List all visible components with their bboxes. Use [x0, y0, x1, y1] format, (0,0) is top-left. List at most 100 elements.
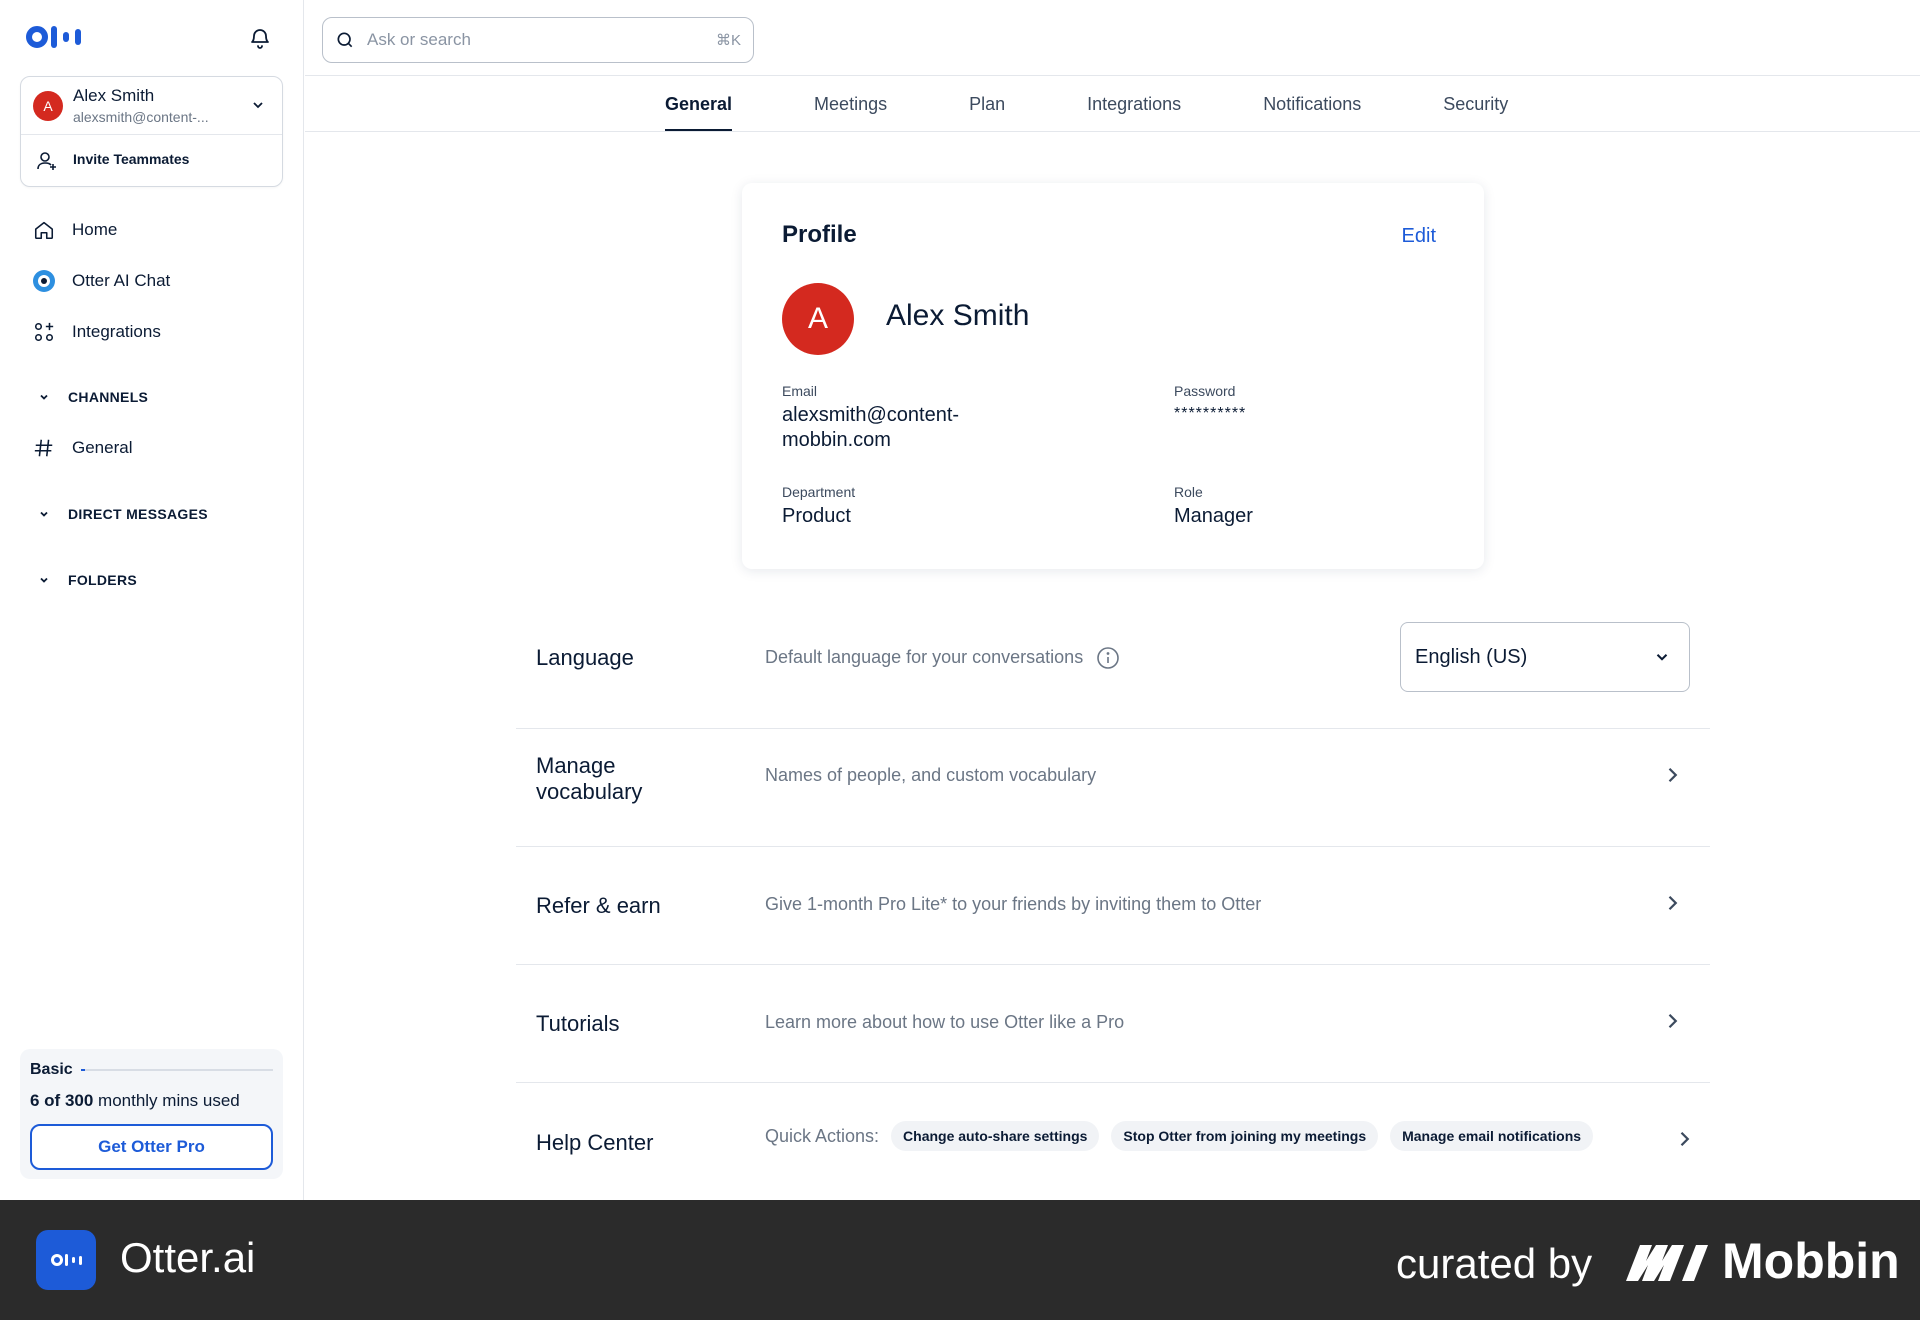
section-label: FOLDERS [68, 572, 137, 588]
password-field: Password ********** [1174, 383, 1404, 426]
otter-logo-icon[interactable] [26, 26, 81, 48]
app-name: Otter.ai [120, 1234, 256, 1281]
account-switcher[interactable]: A Alex Smith alexsmith@content-... [21, 77, 282, 135]
tutorials-row[interactable]: Tutorials Learn more about how to use Ot… [516, 965, 1710, 1083]
chip-stop-otter-joining[interactable]: Stop Otter from joining my meetings [1111, 1121, 1379, 1151]
info-icon[interactable] [1096, 646, 1120, 670]
integrations-icon [32, 320, 56, 344]
language-label: Language [536, 645, 634, 670]
department-label: Department [782, 484, 856, 500]
usage-progress-bar [80, 1069, 273, 1071]
section-channels[interactable]: CHANNELS [38, 389, 148, 405]
footer-banner: Otter.ai curated by Mobbin [0, 1200, 1920, 1320]
avatar: A [33, 91, 63, 121]
language-description: Default language for your conversations [765, 646, 1120, 670]
usage-suffix: monthly mins used [93, 1091, 240, 1110]
avatar[interactable]: A [782, 283, 854, 355]
chevron-right-icon[interactable] [1662, 1011, 1682, 1031]
edit-profile-link[interactable]: Edit [1402, 225, 1436, 248]
language-select[interactable]: English (US) [1400, 622, 1690, 692]
chevron-down-icon [1656, 654, 1668, 661]
language-row: Language Default language for your conve… [516, 611, 1710, 729]
chip-manage-email-notifications[interactable]: Manage email notifications [1390, 1121, 1594, 1151]
account-email: alexsmith@content-... [73, 109, 209, 125]
plan-header: Basic [30, 1061, 273, 1079]
section-label: DIRECT MESSAGES [68, 506, 208, 522]
sidebar-item-integrations[interactable]: Integrations [32, 320, 161, 344]
role-field: Role Manager [1174, 484, 1404, 529]
search-icon [337, 32, 353, 48]
tab-integrations[interactable]: Integrations [1087, 84, 1181, 132]
chevron-right-icon[interactable] [1662, 893, 1682, 913]
mobbin-wordmark: Mobbin [1722, 1233, 1900, 1289]
manage-vocabulary-row[interactable]: Manage vocabulary Names of people, and c… [516, 729, 1710, 847]
tab-notifications[interactable]: Notifications [1263, 84, 1361, 132]
refer-earn-row[interactable]: Refer & earn Give 1-month Pro Lite* to y… [516, 847, 1710, 965]
quick-actions-label: Quick Actions: [765, 1125, 880, 1146]
profile-name: Alex Smith [886, 299, 1030, 332]
home-icon [32, 218, 56, 242]
header-divider [305, 75, 1920, 76]
refer-description: Give 1-month Pro Lite* to your friends b… [765, 894, 1262, 914]
sidebar-item-channel-general[interactable]: General [32, 436, 132, 460]
profile-card: Profile Edit A Alex Smith Email alexsmit… [742, 183, 1484, 569]
tab-plan[interactable]: Plan [969, 84, 1005, 132]
get-otter-pro-button[interactable]: Get Otter Pro [30, 1124, 273, 1170]
email-label: Email [782, 383, 818, 399]
chevron-down-icon [40, 577, 48, 583]
vocabulary-label: Manage vocabulary [536, 753, 643, 804]
invite-teammates-button[interactable]: Invite Teammates [21, 135, 282, 187]
sidebar-item-label: Otter AI Chat [72, 271, 171, 290]
tabs-divider [305, 131, 1920, 132]
refer-label: Refer & earn [536, 893, 661, 918]
sidebar-item-label: Integrations [72, 322, 161, 341]
search-input[interactable] [367, 30, 716, 50]
chevron-down-icon[interactable] [250, 97, 266, 118]
usage-count: 6 of 300 [30, 1091, 94, 1110]
sidebar-item-label: Home [72, 220, 118, 239]
search-bar[interactable]: ⌘K [322, 17, 754, 63]
usage-text: 6 of 300 monthly mins used [30, 1091, 240, 1111]
invite-teammates-label: Invite Teammates [73, 151, 190, 167]
mobbin-mark-icon [1626, 1245, 1708, 1281]
section-label: CHANNELS [68, 389, 149, 405]
otter-chat-icon [32, 269, 56, 293]
chip-change-auto-share[interactable]: Change auto-share settings [891, 1121, 1100, 1151]
sidebar-item-label: General [72, 438, 133, 457]
account-name: Alex Smith [73, 86, 155, 105]
account-card: A Alex Smith alexsmith@content-... Invit… [20, 76, 283, 187]
language-desc-text: Default language for your conversations [765, 646, 1084, 667]
curated-by-text: curated by [1396, 1240, 1593, 1287]
sidebar-item-home[interactable]: Home [32, 218, 117, 242]
email-value: alexsmith@content-mobbin.com [782, 404, 960, 451]
search-shortcut: ⌘K [715, 32, 741, 49]
notification-bell-icon[interactable] [248, 26, 272, 50]
email-field: Email alexsmith@content-mobbin.com [782, 383, 1022, 453]
role-label: Role [1174, 484, 1203, 500]
help-center-label: Help Center [536, 1130, 654, 1155]
password-label: Password [1174, 383, 1236, 399]
tab-general[interactable]: General [665, 84, 733, 132]
plan-name: Basic [30, 1061, 73, 1078]
language-value: English (US) [1415, 645, 1528, 668]
settings-tabs: General Meetings Plan Integrations Notif… [665, 84, 1590, 132]
sidebar: A Alex Smith alexsmith@content-... Invit… [0, 0, 304, 1200]
section-folders[interactable]: FOLDERS [38, 572, 137, 588]
role-value: Manager [1174, 505, 1253, 527]
quick-actions: Quick Actions: Change auto-share setting… [765, 1121, 1594, 1151]
chevron-right-icon[interactable] [1662, 765, 1682, 785]
hash-icon [32, 436, 56, 460]
tutorials-description: Learn more about how to use Otter like a… [765, 1012, 1125, 1032]
tutorials-label: Tutorials [536, 1011, 620, 1036]
otter-app-icon [36, 1230, 96, 1290]
vocabulary-description: Names of people, and custom vocabulary [765, 765, 1097, 785]
tab-meetings[interactable]: Meetings [814, 84, 887, 132]
plan-card: Basic 6 of 300 monthly mins used Get Ott… [20, 1049, 283, 1179]
usage-progress-fill [80, 1069, 85, 1071]
sidebar-item-otter-ai-chat[interactable]: Otter AI Chat [32, 269, 170, 293]
tab-security[interactable]: Security [1443, 84, 1508, 132]
password-value: ********** [1174, 405, 1247, 422]
chevron-right-icon[interactable] [1674, 1129, 1694, 1149]
section-direct-messages[interactable]: DIRECT MESSAGES [38, 506, 208, 522]
chevron-down-icon [40, 511, 48, 517]
